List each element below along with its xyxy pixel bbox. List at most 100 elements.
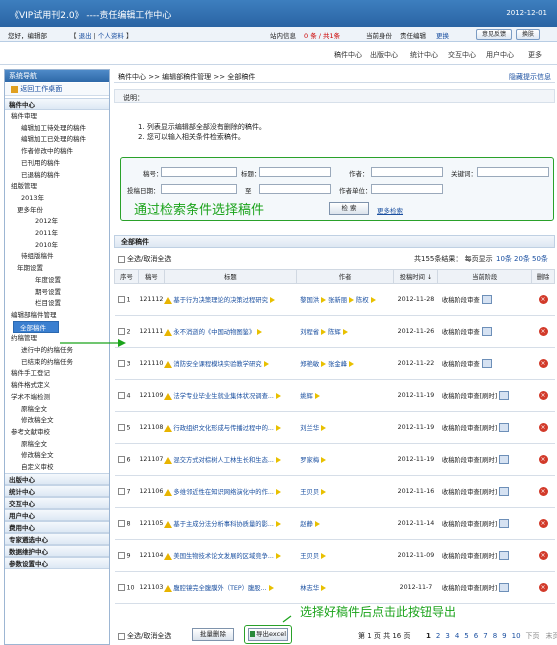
sidebar-item-15[interactable]: 年度设置 [5, 274, 109, 286]
sidebar-item-37[interactable]: 专家遴选中心 [5, 532, 109, 545]
delete-icon[interactable]: × [538, 295, 548, 304]
table-row[interactable]: 8 121105 基于主成分法分析事科协质量的影... 赵静 2012-11-14 收稿… [114, 507, 555, 540]
sidebar-item-10[interactable]: 2012年 [5, 215, 109, 227]
table-row[interactable]: 4 121109 法学专业毕业生就业集体状况调查... 姚辉 2012-11-19 收稿… [114, 379, 555, 412]
title-input[interactable] [259, 167, 331, 177]
nav-manuscript-center[interactable]: 稿件中心 [334, 50, 362, 60]
author-link[interactable]: 王贝贝 [300, 489, 319, 496]
home-link[interactable]: 返回工作桌面 [5, 83, 109, 96]
author-link[interactable]: 陈辉 [328, 329, 341, 336]
sidebar-item-33[interactable]: 统计中心 [5, 484, 109, 497]
batch-delete-button[interactable]: 批量删除 [192, 628, 234, 641]
row-title-link[interactable]: 法学专业毕业生就业集体状况调查... [173, 393, 273, 400]
delete-icon[interactable]: × [538, 583, 548, 592]
row-title-link[interactable]: 基于主成分法分析事科协质量的影... [173, 521, 273, 528]
sidebar-item-1[interactable]: 稿件审理 [5, 110, 109, 122]
delete-icon[interactable]: × [538, 487, 548, 496]
author-unit-input[interactable] [371, 184, 443, 194]
edit-icon[interactable] [499, 391, 510, 401]
author-link[interactable]: 陈权 [356, 297, 369, 304]
table-row[interactable]: 10 121103 腹腔镜完全腹膜外（TEP）腹股... 林志华 2012-11-7 收… [114, 571, 555, 604]
table-row[interactable]: 3 121110 消防安全课程模块实验教学研究 郑艳敏 张金峰 2012-11-22 收… [114, 347, 555, 380]
row-title-link[interactable]: 行政组织文化形成与传播过程中的... [173, 425, 273, 432]
skin-button[interactable]: 换肤 [516, 29, 540, 40]
edit-icon[interactable] [499, 455, 510, 465]
sidebar-item-9[interactable]: 更多年份 [5, 204, 109, 216]
nav-more[interactable]: 更多 [528, 50, 542, 60]
row-title-link[interactable]: 混交方式对棕树人工林生长和生态... [173, 457, 273, 464]
next-page-link[interactable]: 下页 [526, 632, 540, 640]
table-row[interactable]: 9 121104 美国生物技术论文发展的区域竞争... 王贝贝 2012-11-09 收… [114, 539, 555, 572]
sidebar-item-13[interactable]: 待组版稿件 [5, 250, 109, 262]
sidebar-item-18[interactable]: 编辑部稿件管理 [5, 309, 109, 321]
edit-icon[interactable] [481, 295, 492, 305]
export-excel-button[interactable]: 导出excel [248, 628, 288, 641]
keyword-input[interactable] [477, 167, 549, 177]
page-size-50[interactable]: 50条 [532, 254, 548, 264]
sidebar-item-24[interactable]: 稿件格式定义 [5, 379, 109, 391]
sidebar-item-22[interactable]: 已结束的约稿任务 [5, 356, 109, 368]
author-link[interactable]: 黎国洪 [300, 297, 319, 304]
author-link[interactable]: 林志华 [300, 585, 319, 592]
page-link-4[interactable]: 4 [455, 632, 459, 640]
row-checkbox[interactable] [117, 423, 125, 431]
author-link[interactable]: 赵静 [300, 521, 313, 528]
author-link[interactable]: 姚辉 [300, 393, 313, 400]
row-checkbox[interactable] [117, 391, 125, 399]
nav-user-center[interactable]: 用户中心 [486, 50, 514, 60]
page-link-1[interactable]: 1 [426, 632, 431, 640]
table-row[interactable]: 1 121112 基于行为决策理论的决策过程研究 黎国洪 张新丽 陈权 2012-11… [114, 283, 555, 316]
page-link-10[interactable]: 10 [512, 632, 521, 640]
author-link[interactable]: 王贝贝 [300, 553, 319, 560]
sidebar-item-28[interactable]: 参考文献审校 [5, 426, 109, 438]
table-row[interactable]: 6 121107 混交方式对棕树人工林生长和生态... 罗家梅 2012-11-19 收… [114, 443, 555, 476]
col-date[interactable]: 投稿时间 ↓ [393, 269, 439, 284]
page-link-6[interactable]: 6 [474, 632, 478, 640]
delete-icon[interactable]: × [538, 391, 548, 400]
author-link[interactable]: 罗家梅 [300, 457, 319, 464]
sidebar-item-5[interactable]: 已刊用的稿件 [5, 157, 109, 169]
sidebar-item-39[interactable]: 参数设置中心 [5, 556, 109, 569]
sidebar-item-32[interactable]: 出版中心 [5, 472, 109, 485]
sidebar-item-25[interactable]: 学术不端检测 [5, 391, 109, 403]
select-all-bottom[interactable]: 全选/取消全选 [118, 631, 171, 641]
last-page-link[interactable]: 末页 [546, 632, 557, 640]
sidebar-item-12[interactable]: 2010年 [5, 239, 109, 251]
logout-link[interactable]: 退出 [79, 32, 92, 40]
select-all-bottom-checkbox[interactable] [118, 632, 125, 640]
row-checkbox[interactable] [117, 359, 125, 367]
row-checkbox[interactable] [117, 327, 125, 335]
author-link[interactable]: 刘兰华 [300, 425, 319, 432]
table-row[interactable]: 2 121111 永不消逝的《中国动物图鉴》 刘程省 陈辉 2012-11-26 收稿阶… [114, 315, 555, 348]
row-checkbox[interactable] [117, 551, 125, 559]
sidebar-item-38[interactable]: 数据维护中心 [5, 544, 109, 557]
advanced-search-link[interactable]: 更多检索 [377, 205, 403, 215]
sidebar-item-0[interactable]: 稿件中心 [5, 98, 109, 110]
sidebar-item-23[interactable]: 稿件手工登记 [5, 367, 109, 379]
row-title-link[interactable]: 消防安全课程模块实验教学研究 [173, 361, 261, 368]
row-title-link[interactable]: 基于行为决策理论的决策过程研究 [173, 297, 267, 304]
page-link-2[interactable]: 2 [436, 632, 440, 640]
sidebar-item-17[interactable]: 栏目设置 [5, 297, 109, 309]
delete-icon[interactable]: × [538, 423, 548, 432]
manuscript-no-input[interactable] [161, 167, 237, 177]
sidebar-item-34[interactable]: 交互中心 [5, 496, 109, 509]
delete-icon[interactable]: × [538, 455, 548, 464]
sidebar-item-3[interactable]: 编辑加工已处理的稿件 [5, 133, 109, 145]
table-row[interactable]: 5 121108 行政组织文化形成与传播过程中的... 刘兰华 2012-11-19 收… [114, 411, 555, 444]
row-title-link[interactable]: 多维邻近性在知识网络演化中的作... [173, 489, 273, 496]
row-checkbox[interactable] [117, 487, 125, 495]
row-checkbox[interactable] [117, 519, 125, 527]
edit-icon[interactable] [499, 423, 510, 433]
edit-icon[interactable] [481, 327, 492, 337]
sidebar-item-2[interactable]: 编辑加工待处理的稿件 [5, 122, 109, 134]
delete-icon[interactable]: × [538, 327, 548, 336]
sidebar-item-36[interactable]: 费用中心 [5, 520, 109, 533]
select-all-checkbox[interactable] [118, 255, 125, 263]
edit-icon[interactable] [481, 359, 492, 369]
edit-icon[interactable] [499, 583, 510, 593]
row-checkbox[interactable] [117, 295, 125, 303]
page-link-3[interactable]: 3 [445, 632, 449, 640]
submit-date-to-input[interactable] [259, 184, 331, 194]
author-link[interactable]: 刘程省 [300, 329, 319, 336]
